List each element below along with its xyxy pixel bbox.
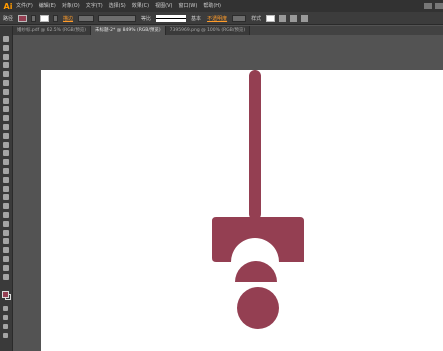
uniform-label: 等比 — [141, 15, 152, 22]
variable-width-dropdown[interactable] — [98, 14, 137, 22]
app-logo: Ai — [3, 1, 13, 11]
menu-type[interactable]: 文字(T) — [86, 0, 103, 12]
tab-document-2[interactable]: 未标题-2* @ 849% (RGB/预览) — [91, 26, 166, 35]
symbol-sprayer-tool-icon[interactable] — [3, 229, 9, 236]
canvas-workspace[interactable] — [13, 35, 443, 351]
pencil-tool-icon[interactable] — [3, 115, 9, 122]
menu-window[interactable]: 窗口(W) — [178, 0, 197, 12]
rotate-tool-icon[interactable] — [3, 141, 9, 148]
zoom-tool-icon[interactable] — [3, 273, 9, 280]
direct-selection-tool-icon[interactable] — [3, 44, 9, 51]
magic-wand-tool-icon[interactable] — [3, 53, 9, 60]
menu-object[interactable]: 对象(O) — [62, 0, 80, 12]
align-icon[interactable] — [301, 14, 309, 22]
menu-bar: Ai 文件(F) 编辑(E) 对象(O) 文字(T) 选择(S) 效果(C) 视… — [0, 0, 443, 12]
stroke-dropdown[interactable] — [53, 14, 59, 22]
fill-color-swatch[interactable] — [18, 14, 28, 22]
document-setup-icon[interactable] — [279, 14, 287, 22]
bridge-icon[interactable] — [424, 3, 432, 9]
tools-panel — [0, 26, 13, 351]
menu-select[interactable]: 选择(S) — [109, 0, 126, 12]
opacity-field[interactable] — [232, 14, 247, 22]
lower-half-circle-shape — [235, 261, 277, 282]
pen-tool-icon[interactable] — [3, 71, 9, 78]
lasso-tool-icon[interactable] — [3, 62, 9, 69]
menu-help[interactable]: 帮助(H) — [203, 0, 221, 12]
blob-brush-tool-icon[interactable] — [3, 124, 9, 130]
graphic-style-swatch[interactable] — [266, 14, 276, 22]
column-graph-tool-icon[interactable] — [3, 238, 9, 245]
document-tabs: 婚纱标.pdf @ 62.5% (RGB/预览) 未标题-2* @ 849% (… — [13, 26, 443, 35]
brush-definition-dropdown[interactable] — [156, 14, 187, 22]
tab-document-1[interactable]: 婚纱标.pdf @ 62.5% (RGB/预览) — [13, 26, 92, 35]
tab-document-3[interactable]: 7395969.png @ 100% (RGB/预览) — [165, 26, 251, 35]
selection-mode-label: 路径 — [3, 15, 14, 22]
hand-tool-icon[interactable] — [3, 264, 9, 271]
menu-view[interactable]: 视图(V) — [155, 0, 172, 12]
stroke-weight-field[interactable] — [78, 14, 95, 22]
fill-color-indicator[interactable] — [2, 291, 9, 298]
rectangle-tool-icon[interactable] — [3, 97, 9, 104]
style-label: 样式 — [251, 15, 262, 22]
opacity-link[interactable]: 不透明度 — [207, 15, 227, 22]
paintbrush-tool-icon[interactable] — [3, 106, 9, 113]
mesh-tool-icon[interactable] — [3, 194, 9, 201]
control-bar: 路径 描边 等比 基本 不透明度 样式 — [0, 12, 443, 25]
menu-file[interactable]: 文件(F) — [16, 0, 33, 12]
selection-tool-icon[interactable] — [3, 36, 9, 42]
default-colors-icon[interactable] — [3, 315, 8, 320]
free-transform-tool-icon[interactable] — [3, 168, 9, 174]
stick-shape — [249, 70, 261, 220]
width-tool-icon[interactable] — [3, 159, 9, 166]
gradient-tool-icon[interactable] — [3, 203, 9, 210]
arrange-documents-icon[interactable] — [435, 3, 443, 9]
slice-tool-icon[interactable] — [3, 256, 9, 262]
bottom-circle-shape — [237, 287, 279, 329]
holder-shape — [212, 217, 304, 262]
artwork[interactable] — [41, 70, 443, 351]
artboard-tool-icon[interactable] — [3, 247, 9, 254]
perspective-grid-tool-icon[interactable] — [3, 185, 9, 192]
fill-dropdown[interactable] — [31, 14, 37, 22]
scale-tool-icon[interactable] — [3, 150, 9, 157]
artboard[interactable] — [41, 70, 443, 351]
basic-label: 基本 — [191, 15, 202, 22]
menu-edit[interactable]: 编辑(E) — [39, 0, 56, 12]
line-tool-icon[interactable] — [3, 88, 9, 95]
eraser-tool-icon[interactable] — [3, 132, 9, 139]
type-tool-icon[interactable] — [3, 80, 9, 86]
menu-effect[interactable]: 效果(C) — [132, 0, 149, 12]
illustrator-window: Ai 文件(F) 编辑(E) 对象(O) 文字(T) 选择(S) 效果(C) 视… — [0, 0, 443, 351]
preferences-icon[interactable] — [290, 14, 298, 22]
shape-builder-tool-icon[interactable] — [3, 176, 9, 183]
blend-tool-icon[interactable] — [3, 220, 9, 227]
drawing-mode-icon[interactable] — [3, 324, 8, 329]
eyedropper-tool-icon[interactable] — [3, 212, 9, 218]
screen-mode-icon[interactable] — [3, 333, 8, 338]
stroke-panel-link[interactable]: 描边 — [63, 15, 73, 22]
swap-colors-icon[interactable] — [3, 306, 8, 311]
stroke-color-swatch[interactable] — [40, 14, 50, 22]
